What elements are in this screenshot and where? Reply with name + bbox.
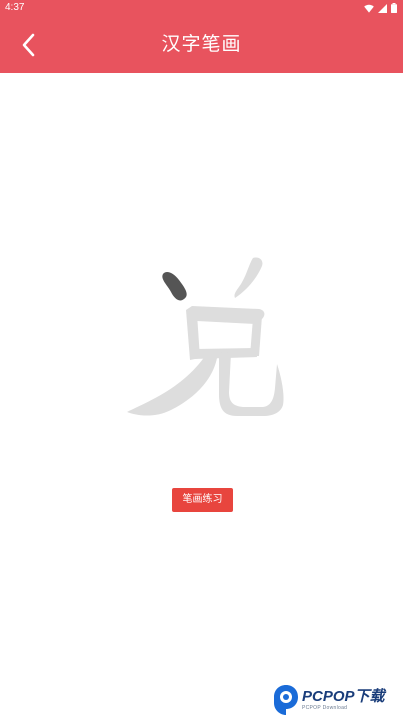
character-stroke-display: [113, 252, 291, 422]
stroke-practice-button[interactable]: 笔画练习: [172, 488, 233, 512]
character-glyph: [127, 257, 284, 416]
watermark-title: PCPOP下载: [302, 688, 385, 705]
screen: 4:37 汉字笔画 笔画练习 PCPOP下载 PCPOP Download: [0, 0, 403, 720]
watermark: PCPOP下载 PCPOP Download: [273, 682, 399, 718]
battery-icon: [391, 3, 397, 16]
chevron-left-icon: [22, 33, 35, 57]
wifi-icon: [364, 4, 374, 16]
back-button[interactable]: [12, 28, 46, 62]
status-bar: 4:37: [0, 0, 403, 16]
pcpop-logo-icon: [274, 685, 298, 715]
watermark-subtitle: PCPOP Download: [302, 705, 348, 711]
watermark-text: PCPOP下载 PCPOP Download: [302, 689, 385, 711]
status-time: 4:37: [5, 2, 25, 13]
page-title: 汉字笔画: [161, 33, 242, 55]
app-bar: 汉字笔画: [0, 16, 403, 73]
status-icons: [364, 3, 397, 16]
signal-icon: [378, 3, 387, 16]
